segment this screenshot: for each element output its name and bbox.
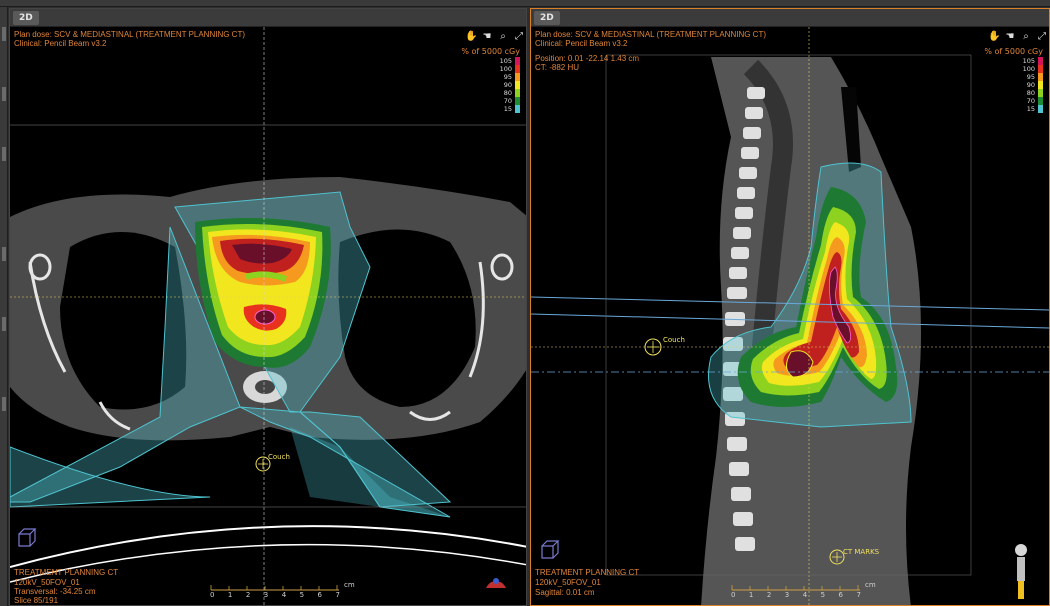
side-tab-handle[interactable] [2,27,6,41]
fit-screen-icon[interactable]: ⤢ [513,31,525,43]
scan-params: 120kV_50FOV_01 [14,578,80,587]
hand-grab-icon[interactable]: ☚ [1004,31,1016,43]
left-side-panel-strip[interactable] [0,7,8,606]
legend-item: 15 [470,105,520,113]
viewport-tools: ✋ ☚ ⌕ ⤢ [988,31,1048,43]
series-name: TREATMENT PLANNING CT [14,568,119,577]
hand-pan-icon[interactable]: ✋ [465,31,477,43]
scan-params: 120kV_50FOV_01 [535,578,601,587]
orientation-cube-icon[interactable] [16,527,38,549]
side-tab-handle[interactable] [2,247,6,261]
transversal-viewport[interactable]: 2D Couch Plan dose: SCV & MEDIASTINAL (T… [9,8,527,606]
top-toolbar-strip [0,0,1050,7]
legend-item: 70 [470,97,520,105]
position-readout: Position: 0.01 -22.14 1.43 cm [535,54,640,63]
fit-screen-icon[interactable]: ⤢ [1036,31,1048,43]
ct-value-readout: CT: -882 HU [535,63,580,72]
side-tab-handle[interactable] [2,87,6,101]
sagittal-viewport[interactable]: 2D Couch CT MARKS Plan dose: SCV & MEDIA… [530,8,1050,606]
legend-item: 95 [993,73,1043,81]
zoom-icon[interactable]: ⌕ [1020,31,1032,43]
view-mode-tab[interactable]: 2D [534,11,560,25]
transversal-ct-image[interactable] [10,27,527,606]
side-tab-handle[interactable] [2,397,6,411]
viewport-tools: ✋ ☚ ⌕ ⤢ [465,31,525,43]
transversal-image-area[interactable]: Couch Plan dose: SCV & MEDIASTINAL (TREA… [10,27,527,606]
legend-item: 105 [993,57,1043,65]
legend-item: 70 [993,97,1043,105]
sagittal-ct-image[interactable] [531,27,1049,606]
plane-position: Sagittal: 0.01 cm [535,588,595,597]
couch-label: Couch [268,453,290,461]
viewport-header: 2D [10,9,526,27]
patient-orientation-icon [484,575,508,589]
patient-figure-icon [1011,542,1031,602]
legend-item: 100 [993,65,1043,73]
treatment-planning-app: 2D Couch Plan dose: SCV & MEDIASTINAL (T… [0,0,1050,606]
scale-bar: 01234567 cm [731,581,876,599]
legend-item: 15 [993,105,1043,113]
orientation-cube-icon[interactable] [539,539,561,561]
dose-legend: % of 5000 cGy 105 100 95 90 80 70 15 [461,47,520,127]
legend-item: 90 [993,81,1043,89]
legend-item: 80 [993,89,1043,97]
zoom-icon[interactable]: ⌕ [497,31,509,43]
slice-info: Slice 85/191 [14,596,59,605]
legend-title: % of 5000 cGy [461,47,520,56]
plan-dose-text: Plan dose: SCV & MEDIASTINAL (TREATMENT … [14,30,246,39]
couch-label: Couch [663,336,685,344]
hand-grab-icon[interactable]: ☚ [481,31,493,43]
side-tab-handle[interactable] [2,317,6,331]
legend-item: 100 [470,65,520,73]
viewport-header: 2D [531,9,1049,27]
view-mode-tab[interactable]: 2D [13,11,39,25]
plan-dose-text: Plan dose: SCV & MEDIASTINAL (TREATMENT … [535,30,767,39]
ct-marks-label: CT MARKS [843,548,880,556]
legend-item: 80 [470,89,520,97]
plane-position: Transversal: -34.25 cm [14,587,96,596]
dose-legend: % of 5000 cGy 105 100 95 90 80 70 15 [984,47,1043,127]
clinical-text: Clinical: Pencil Beam v3.2 [535,39,628,48]
series-name: TREATMENT PLANNING CT [535,568,640,577]
legend-item: 95 [470,73,520,81]
legend-item: 105 [470,57,520,65]
side-tab-handle[interactable] [2,147,6,161]
sagittal-image-area[interactable]: Couch CT MARKS Plan dose: SCV & MEDIASTI… [531,27,1049,606]
hand-pan-icon[interactable]: ✋ [988,31,1000,43]
couch-curve [10,525,526,568]
scale-bar: 01234567 cm [210,581,355,599]
legend-item: 90 [470,81,520,89]
legend-title: % of 5000 cGy [984,47,1043,56]
clinical-text: Clinical: Pencil Beam v3.2 [14,39,107,48]
